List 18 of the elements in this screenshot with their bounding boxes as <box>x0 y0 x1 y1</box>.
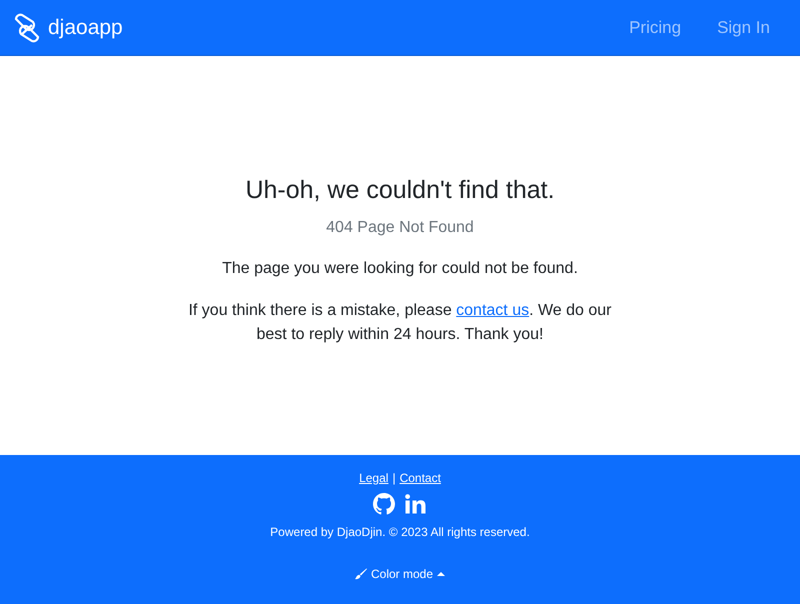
logo-icon <box>12 12 42 42</box>
link-separator: | <box>392 471 396 485</box>
brush-icon <box>354 568 367 580</box>
error-code: 404 Page Not Found <box>326 219 474 237</box>
nav-link[interactable]: Pricing <box>629 18 682 38</box>
linkedin-icon[interactable] <box>405 494 427 514</box>
brand-name[interactable]: djaoapp <box>48 16 123 40</box>
copyright-text: Powered by DjaoDjin. © 2023 All rights reserved. <box>270 525 530 539</box>
error-title: Uh-oh, we couldn't find that. <box>245 176 555 205</box>
error-message: The page you were looking for could not be found. <box>222 259 578 279</box>
github-icon[interactable] <box>373 493 395 515</box>
help-text: If you think there is a mistake, please contact us. We do our best to reply within 24 hours. Thank you! <box>187 301 613 345</box>
contact-link[interactable]: contact us <box>456 302 530 319</box>
caret-icon <box>437 571 446 577</box>
footer-link[interactable]: Legal <box>359 471 388 485</box>
color-mode-button[interactable]: Color mode <box>354 567 446 581</box>
footer-link[interactable]: Contact <box>400 471 441 485</box>
nav-link[interactable]: Sign In <box>717 18 770 38</box>
